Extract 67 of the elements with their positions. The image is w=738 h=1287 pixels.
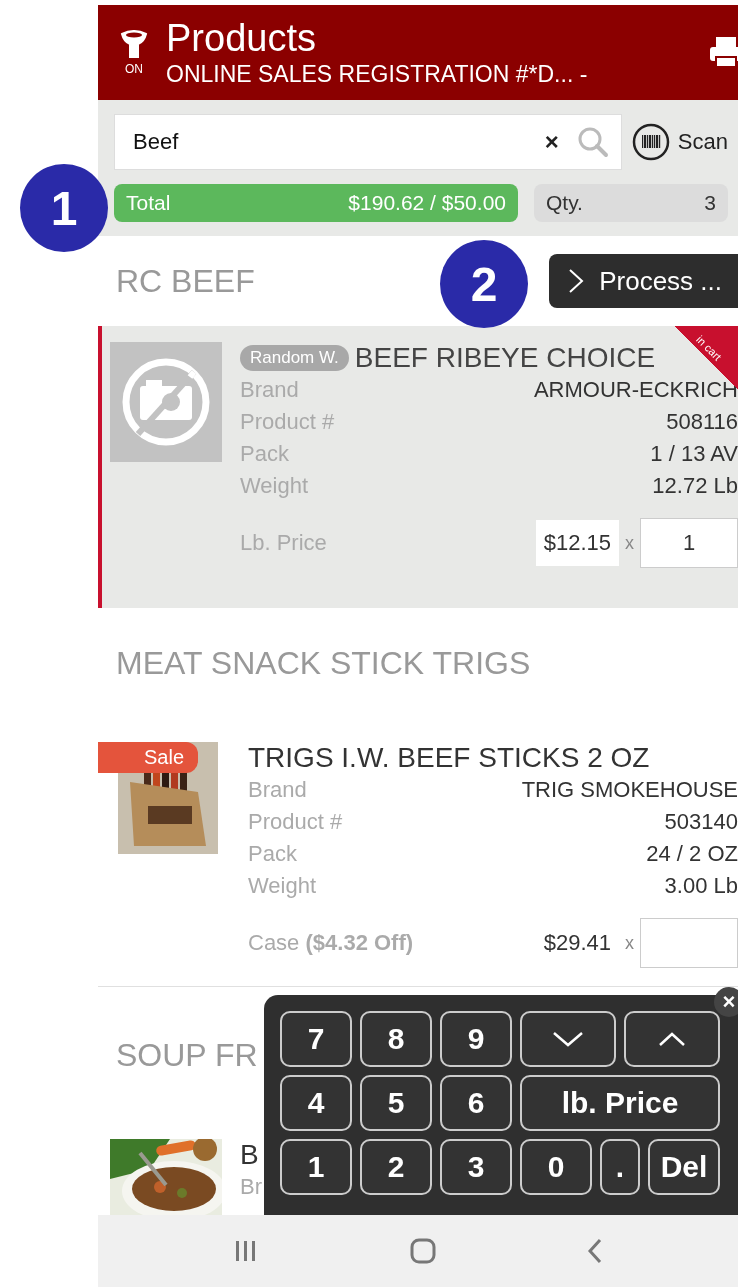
detail-label: Weight [240,473,309,499]
scan-button[interactable]: Scan [631,123,728,161]
keypad-key[interactable]: 4 [280,1075,352,1131]
quantity-field[interactable] [640,918,738,968]
keypad-key[interactable]: 1 [280,1139,352,1195]
detail-value: 24 / 2 OZ [646,841,738,867]
detail-label: Brand [240,377,299,403]
search-field[interactable]: Beef × [114,114,622,170]
product-name: TRIGS I.W. BEEF STICKS 2 OZ [248,742,650,774]
product-name: BEEF RIBEYE CHOICE [354,342,656,374]
section-title: MEAT SNACK STICK TRIGS [116,644,531,682]
detail-value: 1 / 13 AV [650,441,738,467]
callout-marker: 1 [20,164,108,252]
page-title: Products [166,17,317,59]
detail-value: TRIG SMOKEHOUSE [521,777,738,803]
keypad-key[interactable]: 8 [360,1011,432,1067]
detail-value: 503140 [664,809,738,835]
keypad-key[interactable]: 7 [280,1011,352,1067]
detail-label: Pack [248,841,297,867]
detail-value: 508116 [666,409,738,435]
product-name: B [240,1139,259,1171]
detail-label: Weight [248,873,317,899]
price-value: $29.41 [542,929,612,957]
page-subtitle: ONLINE SALES REGISTRATION #*D... - [166,61,589,88]
home-icon[interactable] [410,1238,436,1264]
detail-label: Pack [240,441,289,467]
keypad-key[interactable]: 2 [360,1139,432,1195]
filter-icon[interactable] [120,29,148,58]
price-label: Case ($4.32 Off) [248,930,415,956]
detail-label: Brand [248,777,307,803]
keypad-key[interactable]: 3 [440,1139,512,1195]
clear-button[interactable]: × [544,128,559,156]
section-title: SOUP FR [116,1036,258,1074]
close-button[interactable]: × [714,987,738,1017]
keypad-key[interactable]: 5 [360,1075,432,1131]
quantity-field[interactable]: 1 [640,518,738,568]
detail-label: Br [240,1174,262,1200]
total-bar: Total $190.62 / $50.00 [114,184,518,222]
chevron-right-icon [567,268,586,294]
sale-badge: Sale [98,742,199,773]
detail-label: Product # [248,809,343,835]
price-label: Lb. Price [240,530,328,556]
keypad-key[interactable] [520,1011,616,1067]
keypad-key[interactable]: 0 [520,1139,592,1195]
process-button[interactable]: Process ... [549,254,738,308]
weight-badge: Random W. [240,345,349,371]
price-value: $12.15 [535,520,619,566]
detail-value: 12.72 Lb [652,473,738,499]
detail-label: Product # [240,409,335,435]
barcode-icon [631,123,670,161]
back-icon[interactable] [586,1238,603,1264]
callout-marker: 2 [440,240,528,328]
keypad-key[interactable]: 6 [440,1075,512,1131]
detail-value: 3.00 Lb [664,873,738,899]
quantity-bar: Qty. 3 [534,184,728,222]
multiply-sign: x [625,532,634,554]
keypad-key[interactable]: 9 [440,1011,512,1067]
no-photo-icon [110,342,222,462]
section-title: RC BEEF [116,262,255,300]
multiply-sign: x [625,932,634,954]
filter-status: ON [125,61,143,76]
keypad-key[interactable] [624,1011,720,1067]
chevron-down-icon [551,1030,585,1048]
keypad-key[interactable]: Del [648,1139,720,1195]
keypad-key[interactable]: . [600,1139,640,1195]
keypad-key[interactable]: lb. Price [520,1075,720,1131]
product-card[interactable]: in cart Random W. BEEF RIBEYE CHOICE Brand ARMOUR-ECKRICH Product # 508116 Pack 1 / 13 AV Weight 12.72 Lb Lb. Price $12.15 x 1 [98,326,738,608]
